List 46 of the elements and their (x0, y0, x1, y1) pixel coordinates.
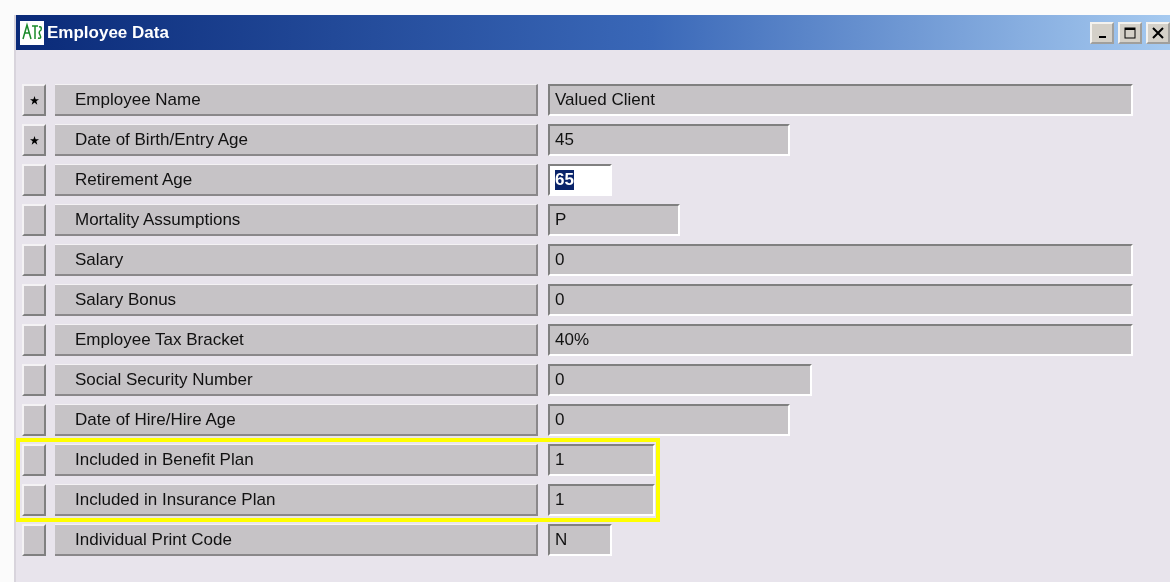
star-icon (29, 135, 39, 145)
field-value: P (555, 210, 567, 230)
field-value: 1 (555, 450, 565, 470)
input-field[interactable]: 1 (548, 484, 655, 516)
maximize-button[interactable] (1118, 21, 1142, 44)
input-field[interactable]: 0 (548, 404, 790, 436)
minimize-button[interactable] (1090, 21, 1114, 44)
input-field[interactable]: 45 (548, 124, 790, 156)
input-field[interactable]: P (548, 204, 680, 236)
input-field[interactable]: 65 (548, 164, 612, 196)
field-label: Retirement Age (55, 164, 538, 196)
window-title: Employee Data (47, 22, 170, 43)
field-value: Valued Client (555, 90, 655, 110)
field-value: 0 (555, 410, 565, 430)
field-label: Social Security Number (55, 364, 538, 396)
minimize-icon (1098, 35, 1106, 38)
field-value: 1 (555, 490, 565, 510)
selected-value: 65 (555, 170, 574, 190)
input-field[interactable]: Valued Client (548, 84, 1133, 116)
input-field[interactable]: N (548, 524, 612, 556)
input-field[interactable]: 1 (548, 444, 655, 476)
input-field[interactable]: 0 (548, 244, 1133, 276)
close-icon (1152, 26, 1164, 39)
maximize-icon (1124, 26, 1136, 39)
input-field[interactable]: 0 (548, 284, 1133, 316)
app-logo-icon (20, 20, 44, 45)
field-value: 45 (555, 130, 574, 150)
input-field[interactable]: 40% (548, 324, 1133, 356)
field-value: 0 (555, 370, 565, 390)
field-label: Included in Benefit Plan (55, 444, 538, 476)
field-label: Employee Tax Bracket (55, 324, 538, 356)
close-button[interactable] (1146, 21, 1170, 44)
field-label: Salary (55, 244, 538, 276)
field-value: 0 (555, 250, 565, 270)
field-label: Employee Name (55, 84, 538, 116)
input-field[interactable]: 0 (548, 364, 812, 396)
field-label: Mortality Assumptions (55, 204, 538, 236)
field-label: Individual Print Code (55, 524, 538, 556)
field-label: Included in Insurance Plan (55, 484, 538, 516)
star-icon (29, 95, 39, 105)
field-value: 40% (555, 330, 590, 350)
field-value: 0 (555, 290, 565, 310)
field-label: Date of Hire/Hire Age (55, 404, 538, 436)
field-label: Salary Bonus (55, 284, 538, 316)
field-label: Date of Birth/Entry Age (55, 124, 538, 156)
field-value: N (555, 530, 568, 550)
